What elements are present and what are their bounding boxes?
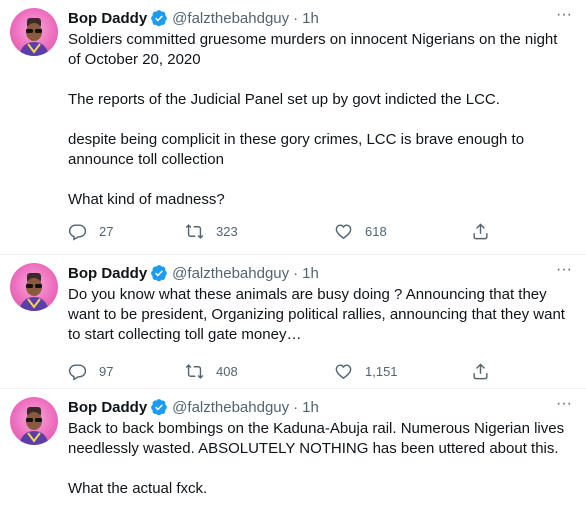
tweet-paragraph: What kind of madness? bbox=[68, 191, 225, 208]
more-options-icon[interactable]: ··· bbox=[554, 262, 574, 283]
author-name[interactable]: Bop Daddy bbox=[68, 10, 147, 27]
tweet-text: Back to back bombings on the Kaduna-Abuj… bbox=[68, 419, 574, 499]
separator: · bbox=[293, 9, 299, 27]
retweet-button[interactable]: 408 bbox=[185, 362, 238, 381]
tweet-header: Bop Daddy @falzthebahdguy · 1h bbox=[68, 263, 319, 283]
tweet-header: Bop Daddy @falzthebahdguy · 1h bbox=[68, 397, 319, 417]
tweet-paragraph: The reports of the Judicial Panel set up… bbox=[68, 91, 500, 108]
author-name[interactable]: Bop Daddy bbox=[68, 265, 147, 282]
tweet[interactable]: Bop Daddy @falzthebahdguy · 1h ··· Do yo… bbox=[0, 255, 586, 389]
tweet-paragraph: Soldiers committed gruesome murders on i… bbox=[68, 31, 558, 68]
like-icon bbox=[335, 364, 352, 380]
reply-icon bbox=[68, 224, 87, 241]
timestamp[interactable]: 1h bbox=[302, 265, 319, 282]
tweet-text: Do you know what these animals are busy … bbox=[68, 285, 574, 345]
share-icon bbox=[473, 363, 488, 380]
reply-count: 97 bbox=[99, 364, 114, 379]
reply-count: 27 bbox=[99, 224, 114, 239]
timestamp[interactable]: 1h bbox=[302, 399, 319, 416]
share-button[interactable] bbox=[471, 362, 490, 381]
retweet-button[interactable]: 323 bbox=[185, 222, 238, 241]
share-button[interactable] bbox=[471, 222, 490, 241]
retweet-icon bbox=[185, 224, 204, 239]
verified-badge-icon bbox=[150, 264, 168, 282]
tweet-paragraph: Back to back bombings on the Kaduna-Abuj… bbox=[68, 420, 565, 457]
retweet-count: 408 bbox=[216, 364, 238, 379]
like-icon bbox=[335, 224, 352, 240]
tweet-paragraph: despite being complicit in these gory cr… bbox=[68, 131, 525, 168]
like-count: 1,151 bbox=[365, 364, 398, 379]
author-handle[interactable]: @falzthebahdguy bbox=[172, 265, 289, 282]
share-icon bbox=[473, 223, 488, 240]
author-handle[interactable]: @falzthebahdguy bbox=[172, 10, 289, 27]
verified-badge-icon bbox=[150, 9, 168, 27]
tweet[interactable]: Bop Daddy @falzthebahdguy · 1h ··· Soldi… bbox=[0, 0, 586, 255]
author-handle[interactable]: @falzthebahdguy bbox=[172, 399, 289, 416]
avatar[interactable] bbox=[10, 8, 58, 56]
separator: · bbox=[293, 398, 299, 416]
avatar-image bbox=[19, 407, 49, 445]
tweet-actions: 97 408 1,151 bbox=[68, 362, 498, 382]
tweet[interactable]: Bop Daddy @falzthebahdguy · 1h ··· Back … bbox=[0, 389, 586, 515]
reply-button[interactable]: 27 bbox=[68, 222, 113, 241]
separator: · bbox=[293, 264, 299, 282]
like-count: 618 bbox=[365, 224, 387, 239]
timestamp[interactable]: 1h bbox=[302, 10, 319, 27]
tweet-text: Soldiers committed gruesome murders on i… bbox=[68, 30, 574, 210]
reply-icon bbox=[68, 364, 87, 381]
avatar[interactable] bbox=[10, 263, 58, 311]
like-button[interactable]: 1,151 bbox=[334, 362, 398, 381]
avatar-image bbox=[19, 273, 49, 311]
like-button[interactable]: 618 bbox=[334, 222, 387, 241]
author-name[interactable]: Bop Daddy bbox=[68, 399, 147, 416]
more-options-icon[interactable]: ··· bbox=[554, 7, 574, 28]
tweet-paragraph: What the actual fxck. bbox=[68, 480, 208, 497]
retweet-icon bbox=[185, 364, 204, 379]
avatar[interactable] bbox=[10, 397, 58, 445]
tweet-actions: 27 323 618 bbox=[68, 222, 498, 242]
tweet-feed: Bop Daddy @falzthebahdguy · 1h ··· Soldi… bbox=[0, 0, 586, 515]
avatar-image bbox=[19, 18, 49, 56]
more-options-icon[interactable]: ··· bbox=[554, 396, 574, 417]
tweet-paragraph: Do you know what these animals are busy … bbox=[68, 286, 565, 343]
tweet-header: Bop Daddy @falzthebahdguy · 1h bbox=[68, 8, 319, 28]
reply-button[interactable]: 97 bbox=[68, 362, 113, 381]
verified-badge-icon bbox=[150, 398, 168, 416]
retweet-count: 323 bbox=[216, 224, 238, 239]
